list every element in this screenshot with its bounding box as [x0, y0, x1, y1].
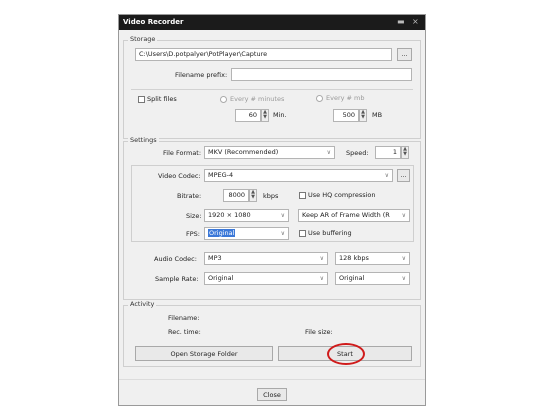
title-bar: Video Recorder ▬ × — [119, 15, 425, 30]
close-icon[interactable]: × — [412, 17, 419, 26]
bitrate-unit-label: kbps — [263, 192, 279, 200]
browse-button[interactable]: ... — [397, 48, 412, 61]
minutes-input[interactable]: 60 — [235, 109, 261, 122]
video-codec-label: Video Codec: — [158, 172, 201, 180]
minutes-unit-label: Min. — [273, 111, 287, 119]
use-buffering-label: Use buffering — [308, 229, 352, 237]
video-codec-options-button[interactable]: ... — [397, 169, 410, 182]
chevron-down-icon: ∨ — [280, 230, 285, 237]
window-title: Video Recorder — [123, 18, 184, 26]
size-select[interactable]: 1920 × 1080 ∨ — [204, 209, 289, 222]
fps-select[interactable]: Original ∨ — [204, 227, 289, 240]
sample-rate-value: Original — [208, 274, 234, 282]
file-format-value: MKV (Recommended) — [208, 148, 279, 156]
aspect-ratio-select[interactable]: Keep AR of Frame Width (R ∨ — [298, 209, 410, 222]
size-label: Size: — [186, 212, 202, 220]
bitrate-spinner[interactable]: ▲ ▼ — [249, 189, 257, 202]
file-format-select[interactable]: MKV (Recommended) ∨ — [204, 146, 335, 159]
file-size-label: File size: — [305, 328, 333, 336]
chevron-down-icon: ∨ — [401, 275, 406, 282]
aspect-ratio-value: Keep AR of Frame Width (R — [302, 211, 390, 219]
activity-group-label: Activity — [128, 300, 157, 308]
chevron-down-icon: ∨ — [280, 212, 285, 219]
footer-separator — [119, 379, 425, 380]
video-recorder-dialog: Video Recorder ▬ × Storage C:\Users\D.po… — [118, 14, 426, 406]
filename-prefix-label: Filename prefix: — [175, 71, 228, 79]
chevron-down-icon: ∨ — [384, 172, 389, 179]
file-format-label: File Format: — [163, 149, 202, 157]
bitrate-label: Bitrate: — [177, 192, 202, 200]
minutes-spinner[interactable]: ▲ ▼ — [261, 109, 269, 122]
mb-spinner[interactable]: ▲ ▼ — [359, 109, 367, 122]
audio-codec-value: MP3 — [208, 254, 222, 262]
audio-bitrate-value: 128 kbps — [339, 254, 369, 262]
open-storage-folder-button[interactable]: Open Storage Folder — [135, 346, 273, 361]
storage-path-field[interactable]: C:\Users\D.potpalyer\PotPlayer\Capture — [135, 48, 392, 61]
audio-codec-select[interactable]: MP3 ∨ — [204, 252, 328, 265]
filename-label: Filename: — [168, 314, 200, 322]
fps-label: FPS: — [186, 230, 200, 238]
every-minutes-radio[interactable] — [220, 96, 227, 103]
close-button[interactable]: Close — [257, 388, 287, 401]
channels-value: Original — [339, 274, 365, 282]
speed-spinner[interactable]: ▲ ▼ — [401, 146, 409, 159]
start-highlight-circle — [327, 343, 365, 365]
size-value: 1920 × 1080 — [208, 211, 251, 219]
video-codec-select[interactable]: MPEG-4 ∨ — [204, 169, 393, 182]
chevron-down-icon: ∨ — [401, 212, 406, 219]
audio-codec-label: Audio Codec: — [154, 255, 197, 263]
mb-input[interactable]: 500 — [333, 109, 359, 122]
chevron-down-icon: ∨ — [319, 275, 324, 282]
hq-compression-label: Use HQ compression — [308, 191, 376, 199]
video-codec-value: MPEG-4 — [208, 171, 234, 179]
audio-bitrate-select[interactable]: 128 kbps ∨ — [335, 252, 410, 265]
chevron-down-icon: ∨ — [319, 255, 324, 262]
every-minutes-label: Every # minutes — [230, 95, 285, 103]
minimize-icon[interactable]: ▬ — [397, 17, 405, 26]
settings-group-label: Settings — [128, 136, 159, 144]
use-buffering-checkbox[interactable] — [299, 230, 306, 237]
separator — [131, 89, 413, 90]
every-mb-radio[interactable] — [316, 95, 323, 102]
speed-label: Speed: — [346, 149, 369, 157]
split-files-label: Split files — [147, 95, 177, 103]
hq-compression-checkbox[interactable] — [299, 192, 306, 199]
chevron-down-icon: ∨ — [326, 149, 331, 156]
split-files-checkbox[interactable] — [138, 96, 145, 103]
filename-prefix-input[interactable] — [231, 68, 412, 81]
channels-select[interactable]: Original ∨ — [335, 272, 410, 285]
sample-rate-select[interactable]: Original ∨ — [204, 272, 328, 285]
sample-rate-label: Sample Rate: — [155, 275, 199, 283]
mb-unit-label: MB — [372, 111, 383, 119]
fps-value: Original — [208, 229, 236, 237]
every-mb-label: Every # mb — [326, 94, 365, 102]
storage-group-label: Storage — [128, 35, 158, 43]
rec-time-label: Rec. time: — [168, 328, 201, 336]
chevron-down-icon: ∨ — [401, 255, 406, 262]
speed-input[interactable]: 1 — [375, 146, 401, 159]
bitrate-input[interactable]: 8000 — [223, 189, 249, 202]
